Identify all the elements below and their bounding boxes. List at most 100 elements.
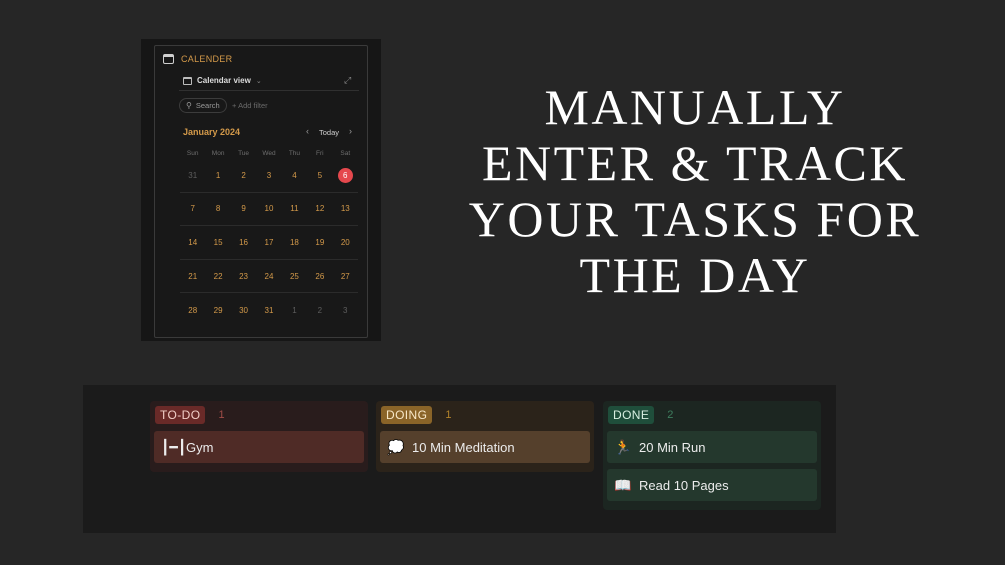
calendar-day[interactable]: 13 — [333, 204, 358, 213]
column-todo: TO-DO 1 ┃━┃ Gym — [150, 401, 368, 472]
weekday-label: Mon — [211, 150, 225, 157]
task-card[interactable]: 🏃 20 Min Run — [607, 431, 817, 463]
calendar-view-label: Calendar view — [197, 76, 251, 85]
status-badge[interactable]: DONE — [608, 405, 655, 424]
calendar-day[interactable]: 8 — [205, 204, 230, 213]
weekday-label: Wed — [262, 150, 276, 157]
chevron-right-icon[interactable]: › — [349, 126, 352, 136]
calendar-day[interactable]: 4 — [282, 171, 307, 180]
column-count: 1 — [445, 408, 452, 421]
calendar-day[interactable]: 16 — [231, 238, 256, 247]
divider — [179, 90, 359, 91]
calendar-week: 14 15 16 17 18 19 20 — [180, 226, 358, 260]
plus-icon: + — [232, 101, 237, 110]
task-label: Read 10 Pages — [639, 477, 729, 493]
search-icon: ⚲ — [186, 101, 192, 110]
calendar-icon — [163, 54, 174, 64]
calendar-day[interactable]: 28 — [180, 306, 205, 315]
column-header: TO-DO 1 — [150, 401, 368, 428]
task-card[interactable]: 📖 Read 10 Pages — [607, 469, 817, 501]
calendar-day[interactable]: 27 — [333, 272, 358, 281]
calendar-title: CALENDER — [181, 54, 233, 64]
calendar-day[interactable]: 2 — [307, 306, 332, 315]
task-label: 20 Min Run — [639, 439, 706, 455]
today-button[interactable]: Today — [319, 128, 339, 137]
running-person-icon: 🏃 — [614, 438, 632, 455]
search-button[interactable]: ⚲ Search — [179, 98, 227, 113]
headline-line: YOUR TASKS FOR — [468, 191, 922, 247]
calendar-week: 31 1 2 3 4 5 6 — [180, 159, 358, 193]
calendar-day[interactable]: 21 — [180, 272, 205, 281]
calendar-panel: CALENDER Calendar view ⌄ ⤢ ⚲ Search + Ad… — [141, 39, 381, 341]
calendar-grid: 31 1 2 3 4 5 6 7 8 9 10 11 12 13 14 15 1… — [180, 159, 358, 327]
calendar-day[interactable]: 24 — [256, 272, 281, 281]
weekday-label: Sun — [186, 150, 199, 157]
weekday-label: Thu — [288, 150, 301, 157]
calendar-day[interactable]: 26 — [307, 272, 332, 281]
weekday-label: Fri — [316, 150, 324, 157]
calendar-day[interactable]: 22 — [205, 272, 230, 281]
calendar-day[interactable]: 19 — [307, 238, 332, 247]
column-done: DONE 2 🏃 20 Min Run 📖 Read 10 Pages — [603, 401, 821, 510]
calendar-day[interactable]: 31 — [180, 171, 205, 180]
weekday-label: Sat — [340, 150, 351, 157]
task-card[interactable]: ┃━┃ Gym — [154, 431, 364, 463]
dumbbell-icon: ┃━┃ — [161, 438, 187, 455]
weekday-label: Tue — [238, 150, 250, 157]
status-badge[interactable]: TO-DO — [155, 405, 206, 424]
calendar-day[interactable]: 3 — [256, 171, 281, 180]
task-label: 10 Min Meditation — [412, 439, 515, 455]
column-doing: DOING 1 💭 10 Min Meditation — [376, 401, 594, 472]
status-badge[interactable]: DOING — [381, 405, 433, 424]
headline-line: ENTER & TRACK — [481, 135, 909, 191]
calendar-day[interactable]: 1 — [205, 171, 230, 180]
calendar-day[interactable]: 9 — [231, 204, 256, 213]
calendar-day[interactable]: 5 — [307, 171, 332, 180]
open-book-icon: 📖 — [614, 476, 632, 493]
calendar-day[interactable]: 11 — [282, 204, 307, 213]
task-label: Gym — [186, 439, 214, 455]
column-count: 1 — [218, 408, 225, 421]
calendar-day[interactable]: 10 — [256, 204, 281, 213]
calendar-day[interactable]: 23 — [231, 272, 256, 281]
month-label: January 2024 — [183, 127, 241, 137]
calendar-day[interactable]: 18 — [282, 238, 307, 247]
headline-line: THE DAY — [579, 247, 811, 303]
calendar-week: 21 22 23 24 25 26 27 — [180, 260, 358, 294]
calendar-header: CALENDER — [163, 54, 232, 64]
headline-line: MANUALLY — [544, 79, 846, 135]
calendar-day[interactable]: 3 — [333, 306, 358, 315]
column-count: 2 — [667, 408, 674, 421]
search-label: Search — [195, 101, 220, 110]
add-filter-button[interactable]: + Add filter — [232, 101, 268, 110]
calendar-day[interactable]: 31 — [256, 306, 281, 315]
chevron-down-icon: ⌄ — [255, 77, 262, 85]
task-board: TO-DO 1 ┃━┃ Gym DOING 1 💭 10 Min Meditat… — [83, 385, 836, 533]
calendar-widget: CALENDER Calendar view ⌄ ⤢ ⚲ Search + Ad… — [154, 45, 368, 338]
column-header: DONE 2 — [603, 401, 821, 428]
task-card[interactable]: 💭 10 Min Meditation — [380, 431, 590, 463]
add-filter-label: Add filter — [238, 101, 268, 110]
calendar-day[interactable]: 7 — [180, 204, 205, 213]
calendar-week: 28 29 30 31 1 2 3 — [180, 293, 358, 327]
column-header: DOING 1 — [376, 401, 594, 428]
calendar-day[interactable]: 2 — [231, 171, 256, 180]
calendar-day[interactable]: 1 — [282, 306, 307, 315]
calendar-day-today[interactable]: 6 — [333, 167, 358, 183]
weekday-header: Sun Mon Tue Wed Thu Fri Sat — [180, 150, 358, 157]
thought-bubble-icon: 💭 — [387, 438, 405, 455]
calendar-day[interactable]: 12 — [307, 204, 332, 213]
expand-icon[interactable]: ⤢ — [344, 75, 351, 86]
calendar-day[interactable]: 29 — [205, 306, 230, 315]
calendar-week: 7 8 9 10 11 12 13 — [180, 193, 358, 227]
calendar-day[interactable]: 14 — [180, 238, 205, 247]
calendar-day[interactable]: 25 — [282, 272, 307, 281]
calendar-day[interactable]: 15 — [205, 238, 230, 247]
chevron-left-icon[interactable]: ‹ — [306, 126, 309, 136]
calendar-view-selector[interactable]: Calendar view ⌄ — [183, 76, 262, 85]
calendar-day[interactable]: 17 — [256, 238, 281, 247]
headline: MANUALLY ENTER & TRACK YOUR TASKS FOR TH… — [452, 79, 938, 303]
calendar-day[interactable]: 30 — [231, 306, 256, 315]
calendar-view-icon — [183, 76, 192, 85]
calendar-day[interactable]: 20 — [333, 238, 358, 247]
